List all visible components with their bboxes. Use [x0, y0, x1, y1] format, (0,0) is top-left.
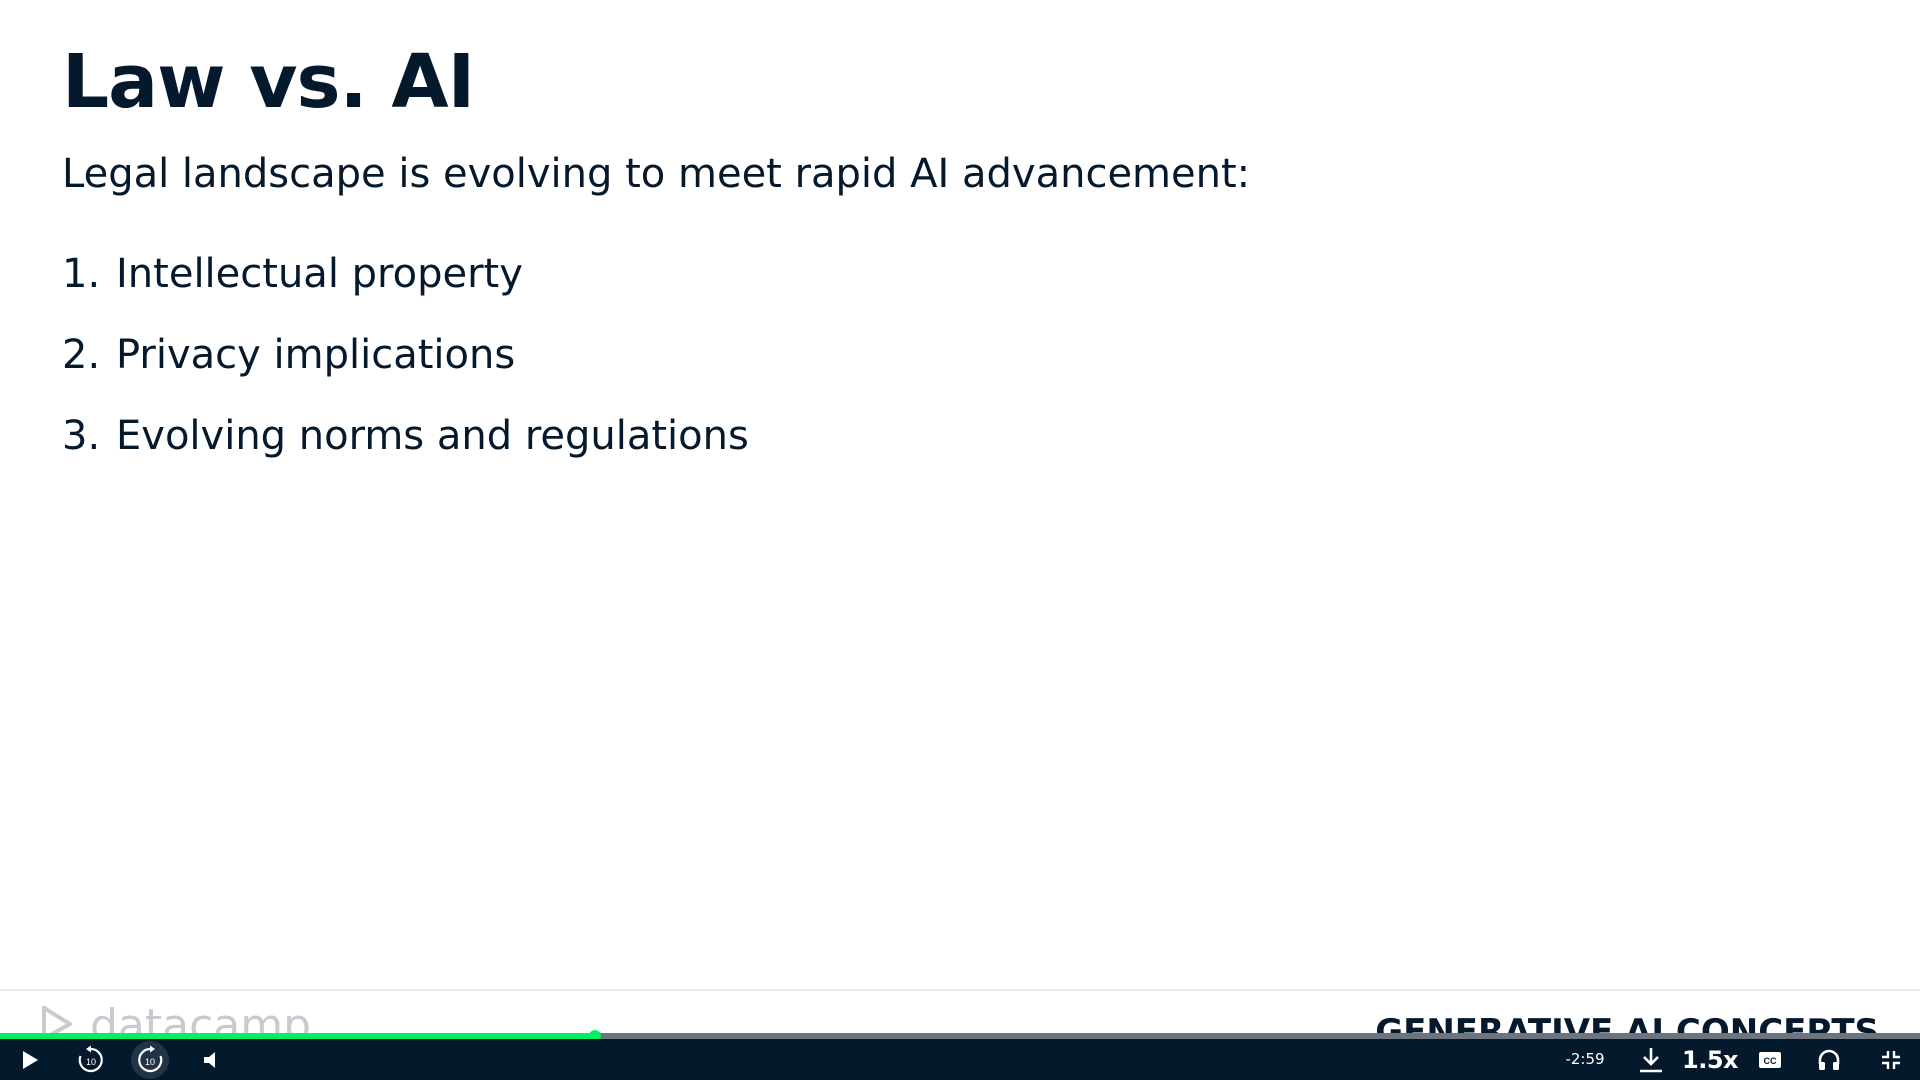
exit-fullscreen-button[interactable]: [1875, 1039, 1907, 1080]
headphones-icon: [1818, 1049, 1840, 1070]
list-item-text: Evolving norms and regulations: [116, 413, 749, 459]
exit-fullscreen-icon: [1882, 1050, 1900, 1069]
rewind-10-icon: 10: [78, 1045, 103, 1072]
list-item-number: 2.: [62, 332, 101, 378]
download-button[interactable]: [1633, 1039, 1669, 1080]
volume-button[interactable]: [196, 1039, 226, 1080]
closed-captions-icon: CC: [1759, 1051, 1781, 1068]
closed-captions-button[interactable]: CC: [1755, 1039, 1785, 1080]
list-item: 2. Privacy implications: [62, 329, 749, 410]
footer-divider: [0, 989, 1920, 991]
list-item-number: 1.: [62, 251, 101, 297]
playback-speed-button[interactable]: 1.5x: [1682, 1039, 1739, 1080]
forward-10-button[interactable]: 10: [129, 1039, 171, 1080]
forward-10-icon: 10: [138, 1045, 163, 1072]
control-bar: 10 10 -2:59 1.5x CC: [0, 1039, 1920, 1080]
list-item: 3. Evolving norms and regulations: [62, 410, 749, 491]
volume-icon: [204, 1051, 215, 1068]
time-remaining: -2:59: [1565, 1050, 1605, 1068]
play-button[interactable]: [12, 1039, 48, 1080]
svg-text:10: 10: [145, 1057, 155, 1067]
slide-subtitle: Legal landscape is evolving to meet rapi…: [62, 151, 1251, 197]
slide-list: 1. Intellectual property 2. Privacy impl…: [62, 248, 749, 491]
rewind-10-button[interactable]: 10: [70, 1039, 112, 1080]
slide-title: Law vs. AI: [62, 39, 475, 125]
download-icon: [1640, 1047, 1662, 1072]
list-item-number: 3.: [62, 413, 101, 459]
svg-text:CC: CC: [1764, 1056, 1777, 1066]
list-item-text: Privacy implications: [116, 332, 516, 378]
svg-text:10: 10: [86, 1057, 96, 1067]
video-player: Law vs. AI Legal landscape is evolving t…: [0, 0, 1920, 1080]
audio-only-button[interactable]: [1813, 1039, 1845, 1080]
playback-speed-label: 1.5x: [1682, 1045, 1739, 1074]
list-item: 1. Intellectual property: [62, 248, 749, 329]
play-icon: [23, 1050, 38, 1069]
list-item-text: Intellectual property: [116, 251, 523, 297]
